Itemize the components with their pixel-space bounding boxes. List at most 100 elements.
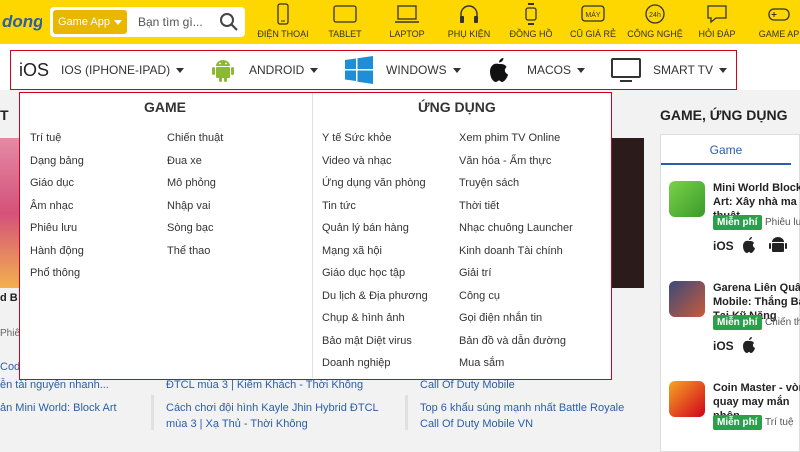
menu-item[interactable]: Dạng bảng — [30, 154, 84, 177]
nav-smart-tv-label: SMART TV — [653, 63, 714, 77]
nav-macos-label: MACOS — [527, 63, 572, 77]
app-thumbnail[interactable] — [669, 181, 705, 217]
game-list-col1: Trí tuệ Dạng bảng Giáo dục Âm nhạc Phiêu… — [30, 131, 84, 289]
left-link-2[interactable]: ản Mini World: Block Art — [0, 401, 117, 415]
category-label: CÔNG NGHỆ — [627, 29, 683, 39]
menu-item[interactable]: Chiến thuật — [167, 131, 223, 154]
category-label: HỎI ĐÁP — [698, 29, 736, 39]
menu-item[interactable]: Trí tuệ — [30, 131, 84, 154]
app-thumbnail[interactable] — [669, 381, 705, 417]
menu-item[interactable]: Hành động — [30, 244, 84, 267]
menu-item[interactable]: Video và nhạc — [322, 154, 428, 177]
gamepad-icon — [768, 8, 790, 21]
platform-label: iOS — [713, 239, 734, 253]
menu-item[interactable]: Phổ thông — [30, 266, 84, 289]
menu-item[interactable]: Sòng bạc — [167, 221, 223, 244]
category-label: ĐIỆN THOẠI — [257, 29, 309, 39]
menu-item[interactable]: Giáo dục — [30, 176, 84, 199]
menu-item[interactable]: Doanh nghiệp — [322, 356, 428, 379]
tablet-icon — [333, 5, 357, 23]
app-genre: Trí tuệ — [765, 417, 794, 428]
apple-icon — [743, 337, 755, 353]
menu-item[interactable]: Xem phim TV Online — [459, 131, 573, 154]
app-thumbnail[interactable] — [669, 281, 705, 317]
nav-android[interactable]: ANDROID — [211, 51, 319, 89]
right-link-3[interactable]: Call Of Duty Mobile VN — [420, 417, 533, 431]
nav-ios[interactable]: IOS (IPHONE-IPAD) — [61, 51, 185, 89]
category-phone[interactable]: ĐIỆN THOẠI — [252, 0, 314, 44]
ios-logo-text: iOS — [19, 59, 50, 80]
right-link-1[interactable]: Call Of Duty Mobile — [420, 378, 515, 392]
category-label: LAPTOP — [389, 29, 425, 39]
menu-item[interactable]: Mua sắm — [459, 356, 573, 379]
category-watch[interactable]: ĐỒNG HỒ — [500, 0, 562, 44]
caret-down-icon — [310, 67, 319, 73]
nav-macos[interactable]: MACOS — [487, 51, 586, 89]
apple-icon — [490, 58, 508, 82]
windows-icon — [345, 56, 373, 84]
menu-item[interactable]: Ứng dụng văn phòng — [322, 176, 428, 199]
menu-item[interactable]: Nhập vai — [167, 199, 223, 222]
menu-item[interactable]: Y tế Sức khỏe — [322, 131, 428, 154]
mid-link-3[interactable]: mùa 3 | Xạ Thủ - Thời Không — [166, 417, 308, 431]
menu-item[interactable]: Kinh doanh Tài chính — [459, 244, 573, 267]
24h-icon: 24h — [645, 4, 665, 24]
search-input[interactable] — [138, 12, 218, 32]
menu-item[interactable]: Thể thao — [167, 244, 223, 267]
menu-item[interactable]: Gọi điện nhắn tin — [459, 311, 573, 334]
tab-game[interactable]: Game — [661, 135, 791, 165]
svg-text:24h: 24h — [649, 12, 661, 19]
category-qa[interactable]: HỎI ĐÁP — [686, 0, 748, 44]
category-tech[interactable]: 24h CÔNG NGHỆ — [624, 0, 686, 44]
left-card-meta: Phiê — [0, 328, 21, 339]
right-link-2[interactable]: Top 6 khẩu súng mạnh nhất Battle Royale — [420, 401, 624, 415]
menu-item[interactable]: Phiêu lưu — [30, 221, 84, 244]
nav-windows[interactable]: WINDOWS — [344, 51, 461, 89]
category-gameapp[interactable]: GAME AP — [748, 0, 800, 44]
nav-smart-tv[interactable]: SMART TV — [611, 51, 728, 89]
menu-item[interactable]: Giáo dục học tập — [322, 266, 428, 289]
caret-down-icon — [176, 67, 185, 73]
menu-item[interactable]: Truyện sách — [459, 176, 573, 199]
left-card-title: d B — [0, 292, 18, 304]
category-label: ĐỒNG HỒ — [509, 29, 553, 39]
category-tablet[interactable]: TABLET — [314, 0, 376, 44]
menu-item[interactable]: Văn hóa - Ẩm thực — [459, 154, 573, 177]
menu-item[interactable]: Bản đồ và dẫn đường — [459, 334, 573, 357]
menu-item[interactable]: Chụp & hình ảnh — [322, 311, 428, 334]
headphones-icon — [460, 5, 478, 23]
app-heading: ỨNG DỤNG — [418, 99, 496, 115]
left-thumbnail[interactable] — [0, 138, 19, 288]
menu-item[interactable]: Giải trí — [459, 266, 573, 289]
laptop-icon — [395, 5, 419, 23]
caret-down-icon — [114, 20, 122, 25]
menu-item[interactable]: Nhạc chuông Launcher — [459, 221, 573, 244]
os-nav-bar: iOS IOS (IPHONE-IPAD) ANDROID WINDOWS MA… — [10, 50, 737, 90]
site-logo[interactable]: dong — [0, 0, 42, 44]
menu-item[interactable]: Thời tiết — [459, 199, 573, 222]
nav-android-label: ANDROID — [249, 63, 305, 77]
search-icon[interactable] — [219, 12, 239, 32]
mid-link-2[interactable]: Cách chơi đội hình Kayle Jhin Hybrid ĐTC… — [166, 401, 379, 415]
left-link-1[interactable]: ễn tài nguyên nhanh... — [0, 378, 109, 392]
menu-item[interactable]: Mô phỏng — [167, 176, 223, 199]
games-apps-panel: Game Mini World Block Art: Xây nhà ma th… — [660, 134, 800, 452]
menu-item[interactable]: Công cụ — [459, 289, 573, 312]
category-accessories[interactable]: PHỤ KIỆN — [438, 0, 500, 44]
category-used[interactable]: MÁY CŨ GIÁ RẺ — [562, 0, 624, 44]
caret-down-icon — [452, 67, 461, 73]
menu-item[interactable]: Du lịch & Địa phương — [322, 289, 428, 312]
mid-link-1[interactable]: ĐTCL mùa 3 | Kiếm Khách - Thời Không — [166, 378, 363, 392]
menu-item[interactable]: Bảo mật Diệt virus — [322, 334, 428, 357]
menu-item[interactable]: Đua xe — [167, 154, 223, 177]
ios-logo[interactable]: iOS — [19, 51, 49, 89]
category-laptop[interactable]: LAPTOP — [376, 0, 438, 44]
watch-icon — [525, 3, 537, 25]
game-app-dropdown[interactable]: Game App — [53, 10, 127, 34]
menu-item[interactable]: Quản lý bán hàng — [322, 221, 428, 244]
svg-text:MÁY: MÁY — [585, 10, 601, 19]
menu-item[interactable]: Âm nhạc — [30, 199, 84, 222]
menu-item[interactable]: Mạng xã hội — [322, 244, 428, 267]
menu-item[interactable]: Tin tức — [322, 199, 428, 222]
menu-divider — [312, 93, 313, 378]
